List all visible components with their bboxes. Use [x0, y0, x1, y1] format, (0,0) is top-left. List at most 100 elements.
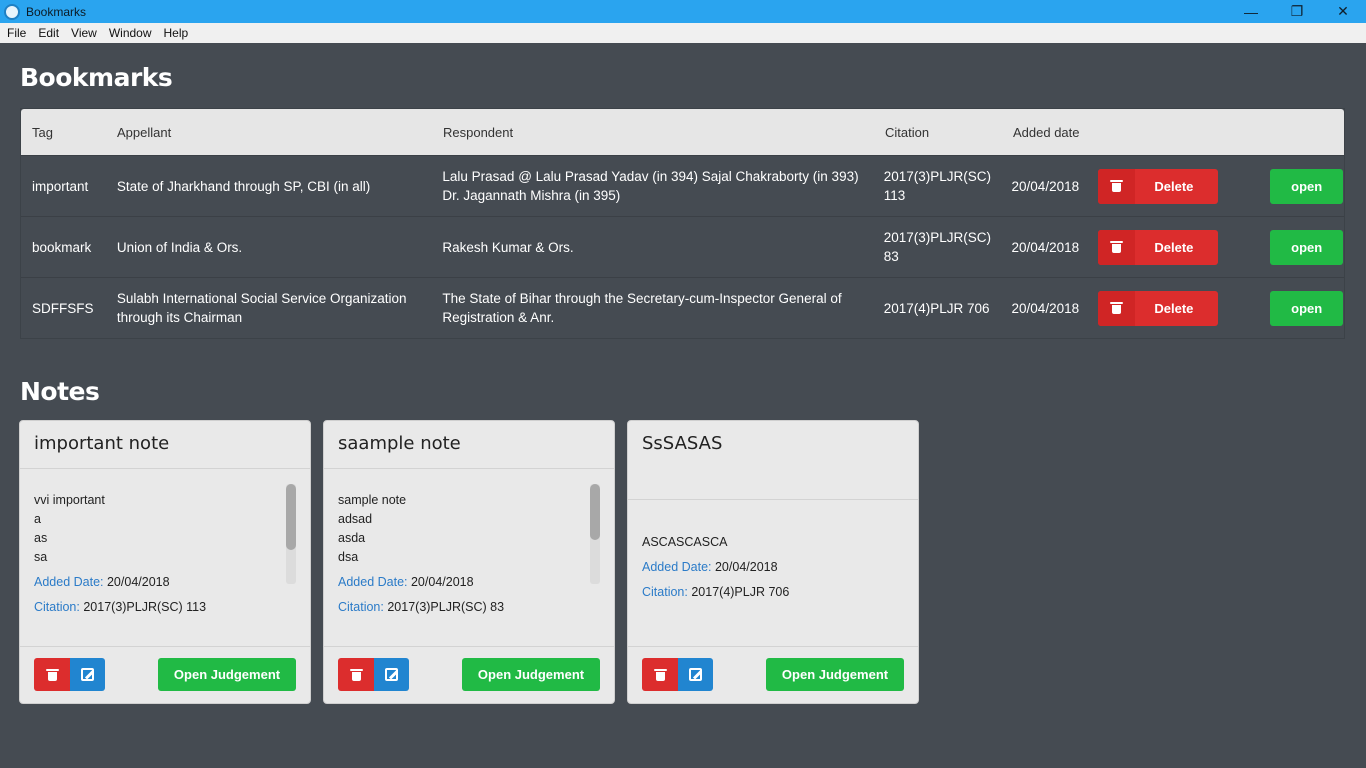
added-date-value: 20/04/2018	[106, 575, 170, 589]
header-appellant: Appellant	[117, 124, 172, 140]
citation-value: 2017(3)PLJR(SC) 113	[83, 600, 207, 614]
note-line: sa	[34, 550, 48, 564]
page-title: Bookmarks	[20, 63, 173, 92]
edit-note-button[interactable]	[678, 658, 713, 691]
citation-label: Citation:	[642, 585, 688, 599]
notes-title: Notes	[20, 377, 100, 406]
note-line: a	[34, 512, 41, 526]
edit-icon	[81, 668, 94, 681]
scrollbar-thumb[interactable]	[286, 484, 296, 550]
window-title: Bookmarks	[26, 4, 87, 19]
menu-view[interactable]: View	[65, 23, 103, 43]
menu-window[interactable]: Window	[103, 23, 158, 43]
trash-icon	[1098, 290, 1136, 326]
note-card: important note vvi important a as sa Add…	[19, 420, 311, 704]
added-date: Added Date: 20/04/2018	[34, 570, 296, 595]
citation-value: 2017(3)PLJR(SC) 83	[387, 600, 505, 614]
added-date: Added Date: 20/04/2018	[338, 570, 600, 595]
edit-note-button[interactable]	[70, 658, 105, 691]
card-footer: Open Judgement	[628, 646, 918, 703]
delete-label: Delete	[1154, 239, 1194, 255]
delete-note-button[interactable]	[642, 658, 678, 691]
scrollbar[interactable]	[286, 484, 296, 584]
citation: Citation: 2017(4)PLJR 706	[642, 580, 904, 605]
scrollbar-thumb[interactable]	[590, 484, 600, 540]
title-bar: Bookmarks — ❐ ✕	[0, 0, 1366, 23]
note-line: dsa	[338, 550, 359, 564]
cell-tag: important	[32, 178, 89, 194]
cell-appellant: Sulabh International Social Service Orga…	[116, 291, 407, 325]
close-button[interactable]: ✕	[1320, 0, 1366, 23]
delete-label: Delete	[1154, 178, 1194, 194]
edit-note-button[interactable]	[374, 658, 409, 691]
delete-label: Delete	[1154, 300, 1194, 316]
note-title: saample note	[324, 421, 614, 469]
table-row: bookmark Union of India & Ors. Rakesh Ku…	[21, 216, 1344, 277]
delete-button[interactable]: Delete	[1098, 229, 1219, 265]
note-line: ASCASCASCA	[642, 535, 728, 549]
restore-button[interactable]: ❐	[1274, 0, 1320, 23]
trash-icon	[45, 668, 59, 681]
delete-note-button[interactable]	[34, 658, 70, 691]
open-judgement-button[interactable]: Open Judgement	[158, 658, 296, 691]
citation: Citation: 2017(3)PLJR(SC) 113	[34, 595, 296, 620]
added-date-label: Added Date:	[34, 575, 104, 589]
cell-respondent: Lalu Prasad @ Lalu Prasad Yadav (in 394)…	[442, 169, 859, 203]
menu-edit[interactable]: Edit	[32, 23, 65, 43]
citation-value: 2017(4)PLJR 706	[691, 585, 790, 599]
added-date-label: Added Date:	[338, 575, 408, 589]
open-judgement-button[interactable]: Open Judgement	[766, 658, 904, 691]
cell-date: 20/04/2018	[1011, 300, 1080, 316]
note-text: ASCASCASCA	[642, 501, 904, 555]
added-date-label: Added Date:	[642, 560, 712, 574]
menu-help[interactable]: Help	[158, 23, 195, 43]
trash-icon	[349, 668, 363, 681]
cell-tag: bookmark	[32, 239, 92, 255]
bookmarks-table: Tag Appellant Respondent Citation Added …	[20, 108, 1345, 339]
cell-citation: 2017(3)PLJR(SC) 113	[883, 169, 992, 203]
cell-respondent: The State of Bihar through the Secretary…	[442, 291, 842, 325]
cell-citation: 2017(3)PLJR(SC) 83	[883, 230, 992, 264]
note-line: sample note	[338, 493, 407, 507]
trash-icon	[1098, 229, 1136, 265]
header-respondent: Respondent	[443, 124, 514, 140]
note-line: as	[34, 531, 48, 545]
scrollbar[interactable]	[590, 484, 600, 584]
note-line: asda	[338, 531, 366, 545]
window-controls: — ❐ ✕	[1228, 0, 1366, 23]
menu-file[interactable]: File	[1, 23, 32, 43]
cell-appellant: State of Jharkhand through SP, CBI (in a…	[116, 178, 371, 194]
added-date-value: 20/04/2018	[410, 575, 474, 589]
open-button[interactable]: open	[1270, 290, 1344, 326]
added-date-value: 20/04/2018	[714, 560, 778, 574]
added-date: Added Date: 20/04/2018	[642, 555, 904, 580]
note-title: SsSASAS	[628, 421, 918, 500]
table-header: Tag Appellant Respondent Citation Added …	[21, 109, 1344, 155]
note-text[interactable]: vvi important a as sa	[34, 470, 296, 570]
edit-icon	[385, 668, 398, 681]
note-line: adsad	[338, 512, 373, 526]
open-button[interactable]: open	[1270, 168, 1344, 204]
citation-label: Citation:	[338, 600, 384, 614]
citation-label: Citation:	[34, 600, 80, 614]
table-row: SDFFSFS Sulabh International Social Serv…	[21, 277, 1344, 338]
cell-tag: SDFFSFS	[32, 300, 94, 316]
note-text[interactable]: sample note adsad asda dsa	[338, 470, 600, 570]
menu-bar: File Edit View Window Help	[0, 23, 1366, 43]
table-row: important State of Jharkhand through SP,…	[21, 155, 1344, 216]
open-button[interactable]: open	[1270, 229, 1344, 265]
minimize-button[interactable]: —	[1228, 0, 1274, 23]
card-footer: Open Judgement	[20, 646, 310, 703]
delete-button[interactable]: Delete	[1098, 168, 1219, 204]
note-title: important note	[20, 421, 310, 469]
cell-respondent: Rakesh Kumar & Ors.	[442, 239, 574, 255]
cell-date: 20/04/2018	[1011, 239, 1080, 255]
delete-button[interactable]: Delete	[1098, 290, 1219, 326]
card-footer: Open Judgement	[324, 646, 614, 703]
header-tag: Tag	[32, 124, 53, 140]
delete-note-button[interactable]	[338, 658, 374, 691]
open-judgement-button[interactable]: Open Judgement	[462, 658, 600, 691]
header-added-date: Added date	[1013, 124, 1080, 140]
note-card: saample note sample note adsad asda dsa …	[323, 420, 615, 704]
trash-icon	[1098, 168, 1136, 204]
